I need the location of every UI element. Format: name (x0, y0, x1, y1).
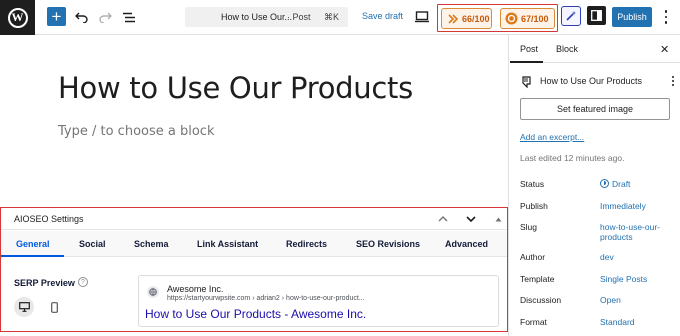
author-button[interactable]: dev (600, 252, 675, 262)
serp-url: https://startyourwpsite.com › adrian2 › … (167, 295, 365, 302)
add-excerpt-link[interactable]: Add an excerpt... (520, 132, 584, 142)
draft-status-icon (600, 179, 609, 188)
publish-button[interactable]: Publish (612, 7, 652, 27)
sidebar-icon (591, 10, 602, 21)
meta-value: Draft (612, 179, 631, 189)
tab-block[interactable]: Block (556, 44, 578, 54)
magic-wand-icon (566, 11, 576, 21)
settings-sidebar-toggle[interactable] (587, 6, 606, 25)
mobile-preview-button[interactable] (44, 297, 64, 317)
move-down-icon[interactable] (464, 211, 478, 227)
command-shortcut: ⌘K (324, 11, 340, 22)
truseo-score-icon (446, 12, 459, 25)
settings-sidebar: Post Block ✕ How to Use Our Products Set… (510, 35, 680, 336)
active-sidebar-tab-indicator (510, 61, 543, 63)
tab-advanced[interactable]: Advanced (445, 239, 488, 249)
tab-seo-revisions[interactable]: SEO Revisions (356, 239, 420, 249)
aioseo-tabs: General Social Schema Link Assistant Red… (1, 231, 507, 257)
aioseo-panel-header: AIOSEO Settings (1, 208, 507, 230)
headline-score-button[interactable]: 67/100 (500, 8, 555, 29)
move-up-icon[interactable] (436, 211, 450, 227)
serp-preview-card: Awesome Inc. https://startyourwpsite.com… (138, 275, 499, 327)
tab-general[interactable]: General (16, 239, 50, 249)
site-favicon-icon (147, 286, 159, 298)
desktop-icon (18, 302, 30, 312)
add-block-button[interactable]: + (47, 7, 66, 26)
collapse-panel-icon[interactable] (491, 211, 505, 227)
block-placeholder[interactable]: Type / to choose a block (58, 124, 214, 139)
ai-assistant-button[interactable] (561, 6, 581, 26)
active-tab-indicator (1, 255, 64, 257)
meta-key: Discussion (520, 295, 562, 305)
serp-preview-label: SERP Preview (14, 278, 75, 288)
help-icon[interactable]: ? (78, 277, 88, 287)
options-menu-icon[interactable] (660, 9, 672, 25)
mobile-icon (50, 301, 58, 313)
redo-icon[interactable] (97, 9, 113, 25)
tab-link-assistant[interactable]: Link Assistant (197, 239, 258, 249)
post-actions-icon[interactable] (670, 75, 676, 87)
serp-site-name: Awesome Inc. (167, 284, 224, 294)
sidebar-tabs: Post Block ✕ (510, 35, 680, 63)
preview-device-icon[interactable] (415, 10, 429, 28)
meta-key: Author (520, 252, 546, 262)
document-title: How to Use Our... (221, 12, 293, 22)
meta-key: Publish (520, 201, 548, 211)
slug-button[interactable]: how-to-use-our-products (600, 222, 675, 242)
close-icon[interactable]: ✕ (660, 43, 669, 56)
aioseo-settings-panel: AIOSEO Settings General Social Schema Li… (0, 207, 508, 332)
tab-schema[interactable]: Schema (134, 239, 169, 249)
truseo-score-value: 66/100 (462, 13, 490, 24)
format-button[interactable]: Standard (600, 317, 675, 327)
save-draft-button[interactable]: Save draft (362, 11, 403, 21)
meta-key: Status (520, 179, 545, 189)
command-palette-bar[interactable]: How to Use Our... · Post ⌘K (185, 7, 348, 27)
last-edited-text: Last edited 12 minutes ago. (520, 153, 625, 163)
tab-post[interactable]: Post (520, 44, 538, 54)
set-featured-image-button[interactable]: Set featured image (520, 98, 670, 120)
desktop-preview-button[interactable] (14, 297, 34, 317)
meta-key: Template (520, 274, 555, 284)
meta-key: Slug (520, 222, 538, 232)
aioseo-panel-title: AIOSEO Settings (14, 214, 84, 224)
undo-icon[interactable] (73, 9, 89, 25)
tab-redirects[interactable]: Redirects (286, 239, 327, 249)
wordpress-logo-button[interactable]: W (0, 0, 35, 35)
meta-key: Format (520, 317, 547, 327)
post-summary-title: How to Use Our Products (540, 76, 643, 86)
wordpress-logo-icon: W (7, 7, 28, 28)
post-title[interactable]: How to Use Our Products (58, 71, 413, 105)
truseo-score-button[interactable]: 66/100 (441, 8, 492, 29)
headline-score-value: 67/100 (521, 13, 549, 24)
post-summary: How to Use Our Products (520, 73, 675, 89)
template-button[interactable]: Single Posts (600, 274, 675, 284)
publish-date-button[interactable]: Immediately (600, 201, 675, 211)
document-overview-icon[interactable] (121, 9, 137, 25)
serp-headline: How to Use Our Products - Awesome Inc. (145, 307, 367, 321)
editor-toolbar: W + How to Use Our... · Post ⌘K Save dra… (0, 0, 680, 35)
aioseo-score-group: 66/100 67/100 (437, 4, 558, 32)
headline-score-icon (505, 12, 518, 25)
discussion-button[interactable]: Open (600, 295, 675, 305)
status-value-button[interactable]: Draft (600, 179, 675, 189)
tab-social[interactable]: Social (79, 239, 106, 249)
post-pin-icon (520, 75, 531, 93)
document-type: · Post (287, 12, 311, 22)
